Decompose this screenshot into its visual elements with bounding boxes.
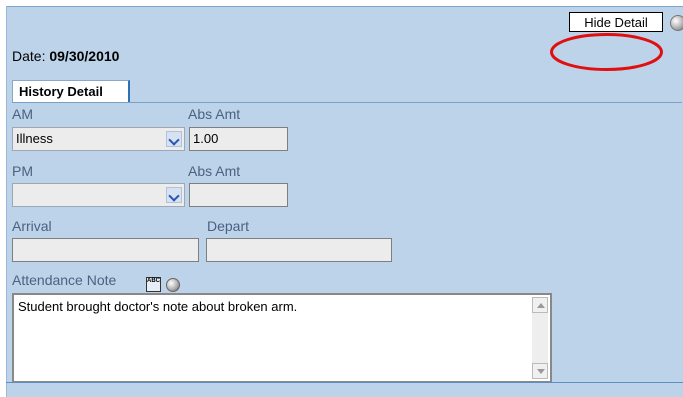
tab-underline <box>12 102 682 103</box>
attendance-note-textarea[interactable]: Student brought doctor's note about brok… <box>12 293 552 383</box>
am-reason-select[interactable]: Illness <box>12 127 185 151</box>
date-value: 09/30/2010 <box>49 48 120 64</box>
pm-abs-amt-label: Abs Amt <box>188 163 241 179</box>
note-scrollbar[interactable] <box>532 297 548 379</box>
am-abs-amt-label: Abs Amt <box>188 106 241 122</box>
pm-label: PM <box>12 163 33 179</box>
arrival-label: Arrival <box>12 218 52 234</box>
chevron-down-icon[interactable] <box>166 131 182 147</box>
attendance-note-text: Student brought doctor's note about brok… <box>18 299 298 314</box>
depart-label: Depart <box>207 218 250 234</box>
chevron-down-icon[interactable] <box>166 187 182 203</box>
info-circle-icon[interactable] <box>670 15 683 31</box>
attendance-note-label: Attendance Note <box>12 272 117 288</box>
top-border <box>6 6 683 7</box>
tab-history-detail[interactable]: History Detail <box>12 80 130 102</box>
am-reason-value: Illness <box>16 131 53 146</box>
date-label: Date: <box>12 48 46 64</box>
hide-detail-button[interactable]: Hide Detail <box>569 12 663 32</box>
check-circle-icon[interactable] <box>166 278 180 292</box>
pm-reason-select[interactable] <box>12 183 185 207</box>
depart-field[interactable] <box>206 238 392 262</box>
left-border <box>6 6 7 397</box>
spell-check-icon[interactable]: ABC <box>146 277 161 292</box>
date-row: Date: 09/30/2010 <box>12 48 119 64</box>
scroll-down-icon[interactable] <box>532 363 548 379</box>
am-abs-amt-field[interactable]: 1.00 <box>189 127 288 151</box>
bottom-border <box>6 382 683 383</box>
pm-abs-amt-field[interactable] <box>189 183 288 207</box>
am-label: AM <box>12 106 33 122</box>
arrival-field[interactable] <box>12 238 199 262</box>
scroll-up-icon[interactable] <box>532 297 548 313</box>
detail-panel: Hide Detail Date: 09/30/2010 History Det… <box>6 6 683 397</box>
